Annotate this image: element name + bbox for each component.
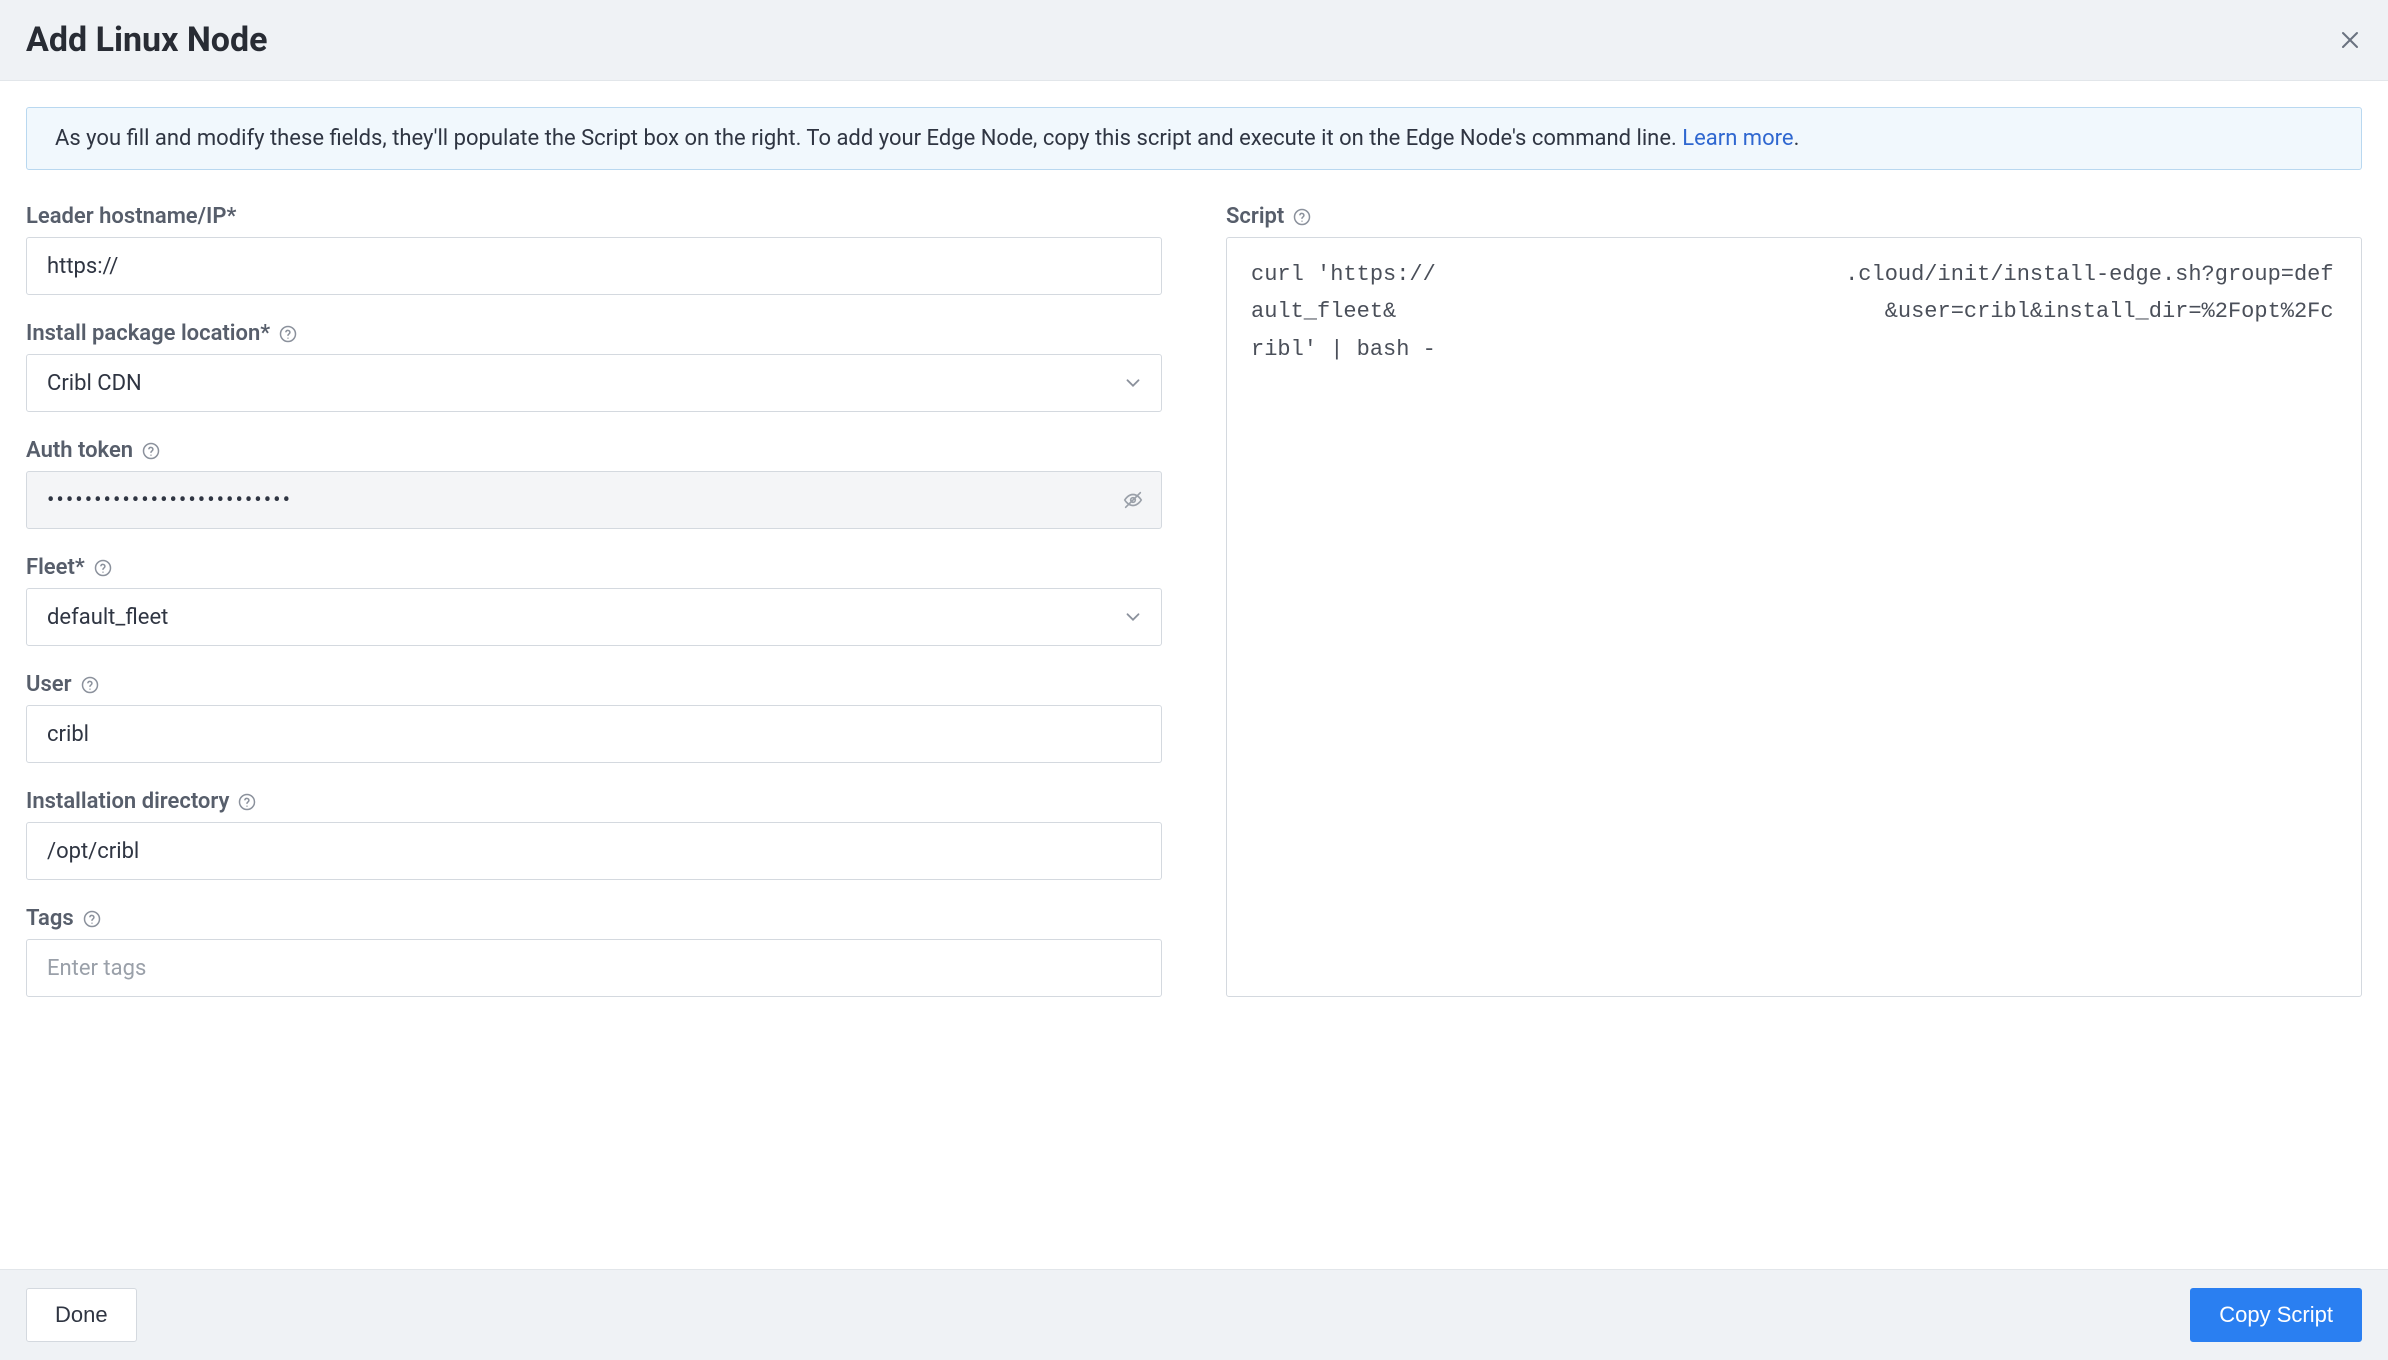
fleet-label-text: Fleet* bbox=[26, 555, 85, 580]
info-banner-period: . bbox=[1794, 126, 1800, 151]
fleet-field: Fleet* bbox=[26, 555, 1162, 646]
user-label: User bbox=[26, 672, 1162, 697]
script-label-text: Script bbox=[1226, 204, 1284, 229]
close-icon[interactable] bbox=[2338, 28, 2362, 52]
help-icon[interactable] bbox=[80, 675, 100, 695]
auth-token-input[interactable] bbox=[26, 471, 1162, 529]
help-icon[interactable] bbox=[93, 558, 113, 578]
modal-title: Add Linux Node bbox=[26, 20, 268, 60]
install-dir-field: Installation directory bbox=[26, 789, 1162, 880]
leader-hostname-label-text: Leader hostname/IP* bbox=[26, 204, 236, 229]
script-field: Script curl 'https:// .cloud/init/instal… bbox=[1226, 204, 2362, 997]
user-label-text: User bbox=[26, 672, 72, 697]
fleet-label: Fleet* bbox=[26, 555, 1162, 580]
add-linux-node-modal: Add Linux Node As you fill and modify th… bbox=[0, 0, 2388, 1360]
leader-hostname-field: Leader hostname/IP* bbox=[26, 204, 1162, 295]
install-package-select[interactable] bbox=[26, 354, 1162, 412]
install-dir-input[interactable] bbox=[26, 822, 1162, 880]
help-icon[interactable] bbox=[82, 909, 102, 929]
leader-hostname-label: Leader hostname/IP* bbox=[26, 204, 1162, 229]
learn-more-link[interactable]: Learn more bbox=[1682, 126, 1793, 151]
form-left-column: Leader hostname/IP* Install package loca… bbox=[26, 204, 1162, 1023]
tags-label-text: Tags bbox=[26, 906, 74, 931]
install-package-label: Install package location* bbox=[26, 321, 1162, 346]
fleet-select[interactable] bbox=[26, 588, 1162, 646]
tags-label: Tags bbox=[26, 906, 1162, 931]
script-label: Script bbox=[1226, 204, 2362, 229]
help-icon[interactable] bbox=[1292, 207, 1312, 227]
tags-input[interactable] bbox=[26, 939, 1162, 997]
modal-footer: Done Copy Script bbox=[0, 1269, 2388, 1360]
copy-script-button[interactable]: Copy Script bbox=[2190, 1288, 2362, 1342]
auth-token-field: Auth token bbox=[26, 438, 1162, 529]
done-button[interactable]: Done bbox=[26, 1288, 137, 1342]
install-package-label-text: Install package location* bbox=[26, 321, 270, 346]
auth-token-label: Auth token bbox=[26, 438, 1162, 463]
help-icon[interactable] bbox=[141, 441, 161, 461]
modal-header: Add Linux Node bbox=[0, 0, 2388, 81]
info-banner: As you fill and modify these fields, the… bbox=[26, 107, 2362, 170]
eye-off-icon[interactable] bbox=[1122, 489, 1144, 511]
help-icon[interactable] bbox=[278, 324, 298, 344]
install-dir-label: Installation directory bbox=[26, 789, 1162, 814]
user-field: User bbox=[26, 672, 1162, 763]
form-columns: Leader hostname/IP* Install package loca… bbox=[26, 204, 2362, 1023]
install-package-field: Install package location* bbox=[26, 321, 1162, 412]
info-banner-text: As you fill and modify these fields, the… bbox=[55, 126, 1682, 151]
fleet-select-wrap bbox=[26, 588, 1162, 646]
auth-token-input-wrap bbox=[26, 471, 1162, 529]
help-icon[interactable] bbox=[237, 792, 257, 812]
leader-hostname-input[interactable] bbox=[26, 237, 1162, 295]
auth-token-label-text: Auth token bbox=[26, 438, 133, 463]
form-right-column: Script curl 'https:// .cloud/init/instal… bbox=[1226, 204, 2362, 1023]
script-box[interactable]: curl 'https:// .cloud/init/install-edge.… bbox=[1226, 237, 2362, 997]
install-package-select-wrap bbox=[26, 354, 1162, 412]
modal-body: As you fill and modify these fields, the… bbox=[0, 81, 2388, 1269]
tags-field: Tags bbox=[26, 906, 1162, 997]
install-dir-label-text: Installation directory bbox=[26, 789, 229, 814]
user-input[interactable] bbox=[26, 705, 1162, 763]
